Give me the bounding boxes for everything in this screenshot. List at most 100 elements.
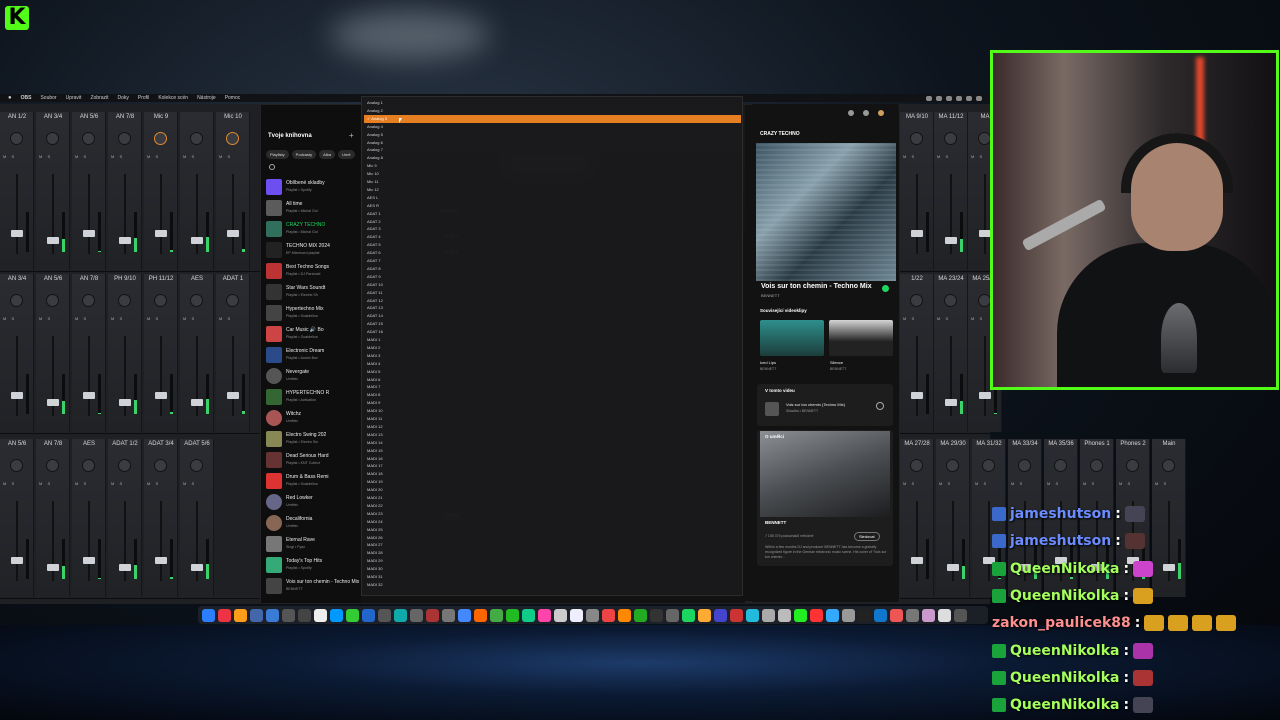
dropdown-item[interactable]: Analog 1 bbox=[367, 99, 383, 107]
tab-playlists[interactable]: Playlisty bbox=[266, 150, 289, 159]
library-item[interactable]: Hypertechno Mix Playlist • Goaldelica bbox=[265, 304, 359, 324]
gain-knob[interactable] bbox=[118, 459, 131, 472]
gain-knob[interactable] bbox=[910, 294, 923, 307]
dock-app-icon[interactable] bbox=[202, 608, 215, 622]
menu-zobrazit[interactable]: Zobrazit bbox=[90, 95, 108, 101]
mute-solo-buttons[interactable]: M S bbox=[975, 481, 988, 486]
gain-knob[interactable] bbox=[1054, 459, 1067, 472]
volume-fader[interactable] bbox=[155, 557, 167, 564]
gain-knob[interactable] bbox=[1126, 459, 1139, 472]
dock-app-icon[interactable] bbox=[762, 608, 775, 622]
menu-nastroje[interactable]: Nástroje bbox=[197, 95, 216, 101]
gain-knob[interactable] bbox=[944, 132, 957, 145]
dock-app-icon[interactable] bbox=[458, 608, 471, 622]
status-icon[interactable] bbox=[976, 95, 982, 101]
dropdown-item[interactable]: ADAT 1 bbox=[367, 210, 381, 218]
dock-app-icon[interactable] bbox=[234, 608, 247, 622]
gain-knob[interactable] bbox=[154, 132, 167, 145]
channel-dropdown[interactable]: Analog 1 Analog 2 ✓ Analog 3 Analog 4 Analog… bbox=[361, 96, 743, 596]
volume-fader[interactable] bbox=[47, 399, 59, 406]
mute-solo-buttons[interactable]: M S bbox=[937, 154, 950, 159]
dock-app-icon[interactable] bbox=[266, 608, 279, 622]
dropdown-item[interactable]: ADAT 5 bbox=[367, 241, 381, 249]
mute-solo-buttons[interactable]: M S bbox=[937, 316, 950, 321]
gain-knob[interactable] bbox=[118, 294, 131, 307]
dock-app-icon[interactable] bbox=[554, 608, 567, 622]
volume-fader[interactable] bbox=[119, 399, 131, 406]
dropdown-item[interactable]: MADI 7 bbox=[367, 383, 380, 391]
dropdown-item[interactable]: MADI 19 bbox=[367, 478, 383, 486]
mute-solo-buttons[interactable]: M S bbox=[903, 154, 916, 159]
mute-solo-buttons[interactable]: M S bbox=[903, 316, 916, 321]
dropdown-item[interactable]: MADI 6 bbox=[367, 376, 380, 384]
friends-icon[interactable] bbox=[863, 110, 869, 116]
dock-app-icon[interactable] bbox=[698, 608, 711, 622]
dropdown-item[interactable]: MADI 17 bbox=[367, 462, 383, 470]
library-item[interactable]: Drum & Bass Remi Playlist • Goaldelica bbox=[265, 472, 359, 492]
volume-fader[interactable] bbox=[191, 564, 203, 571]
chat-username[interactable]: QueenNikolka bbox=[1010, 670, 1119, 686]
dropdown-item[interactable]: MADI 26 bbox=[367, 534, 383, 542]
library-item[interactable]: CRAZY TECHNO Playlist • Michal Gol bbox=[265, 220, 359, 240]
library-item[interactable]: Electro Swing 202 Playlist • Electro Sw bbox=[265, 430, 359, 450]
mute-solo-buttons[interactable]: M S bbox=[1119, 481, 1132, 486]
dropdown-item[interactable]: MADI 13 bbox=[367, 431, 383, 439]
library-item[interactable]: TECHNO MIX 2024 EP Mixrecord playlist bbox=[265, 241, 359, 261]
dock-app-icon[interactable] bbox=[346, 608, 359, 622]
mute-solo-buttons[interactable]: M S bbox=[75, 481, 88, 486]
gain-knob[interactable] bbox=[944, 294, 957, 307]
dropdown-item[interactable]: MADI 32 bbox=[367, 581, 383, 589]
dropdown-item[interactable]: MADI 23 bbox=[367, 510, 383, 518]
volume-fader[interactable] bbox=[945, 237, 957, 244]
gain-knob[interactable] bbox=[82, 459, 95, 472]
volume-fader[interactable] bbox=[911, 230, 923, 237]
library-item[interactable]: Today's Top Hits Playlist • Spotify bbox=[265, 556, 359, 576]
dropdown-item[interactable]: AES R bbox=[367, 202, 379, 210]
dropdown-item-selected[interactable]: ✓ Analog 3 bbox=[364, 114, 741, 123]
gain-knob[interactable] bbox=[154, 459, 167, 472]
mute-solo-buttons[interactable]: M S bbox=[3, 316, 16, 321]
chat-username[interactable]: QueenNikolka bbox=[1010, 643, 1119, 659]
chat-username[interactable]: jameshutson bbox=[1010, 506, 1111, 522]
volume-fader[interactable] bbox=[979, 392, 991, 399]
dock-app-icon[interactable] bbox=[826, 608, 839, 622]
dock-app-icon[interactable] bbox=[858, 608, 871, 622]
dropdown-item[interactable]: ADAT 3 bbox=[367, 225, 381, 233]
volume-fader[interactable] bbox=[11, 557, 23, 564]
volume-fader[interactable] bbox=[155, 392, 167, 399]
dropdown-item[interactable]: MADI 10 bbox=[367, 407, 383, 415]
status-icon[interactable] bbox=[966, 95, 972, 101]
mute-solo-buttons[interactable]: M S bbox=[3, 154, 16, 159]
mute-solo-buttons[interactable]: M S bbox=[183, 481, 196, 486]
gain-knob[interactable] bbox=[1018, 459, 1031, 472]
gain-knob[interactable] bbox=[190, 294, 203, 307]
dropdown-item[interactable]: Mic 9 bbox=[367, 162, 377, 170]
gain-knob[interactable] bbox=[946, 459, 959, 472]
gain-knob[interactable] bbox=[1162, 459, 1175, 472]
mute-solo-buttons[interactable]: M S bbox=[147, 316, 160, 321]
gain-knob[interactable] bbox=[226, 132, 239, 145]
mute-solo-buttons[interactable]: M S bbox=[3, 481, 16, 486]
volume-fader[interactable] bbox=[191, 237, 203, 244]
tab-albums[interactable]: Alba bbox=[319, 150, 336, 159]
gain-knob[interactable] bbox=[82, 132, 95, 145]
dock-app-icon[interactable] bbox=[618, 608, 631, 622]
gain-knob[interactable] bbox=[226, 294, 239, 307]
dock-app-icon[interactable] bbox=[682, 608, 695, 622]
dropdown-item[interactable]: MADI 11 bbox=[367, 415, 382, 423]
dropdown-item[interactable]: Analog 8 bbox=[367, 154, 383, 162]
dropdown-item[interactable]: ADAT 16 bbox=[367, 328, 383, 336]
dropdown-item[interactable]: MADI 30 bbox=[367, 565, 383, 573]
dropdown-item[interactable]: ADAT 13 bbox=[367, 304, 383, 312]
dropdown-item[interactable]: Mic 12 bbox=[367, 186, 379, 194]
library-item[interactable]: All time Playlist • Michal Gol bbox=[265, 199, 359, 219]
dropdown-item[interactable]: MADI 2 bbox=[367, 344, 380, 352]
menu-kolekce[interactable]: Kolekce scén bbox=[158, 95, 188, 101]
volume-fader[interactable] bbox=[155, 230, 167, 237]
dock-app-icon[interactable] bbox=[330, 608, 343, 622]
related-video-title[interactable]: Silence bbox=[830, 360, 843, 365]
status-icon[interactable] bbox=[936, 95, 942, 101]
dropdown-item[interactable]: MADI 31 bbox=[367, 573, 383, 581]
gain-knob[interactable] bbox=[154, 294, 167, 307]
menu-profil[interactable]: Profil bbox=[138, 95, 149, 101]
